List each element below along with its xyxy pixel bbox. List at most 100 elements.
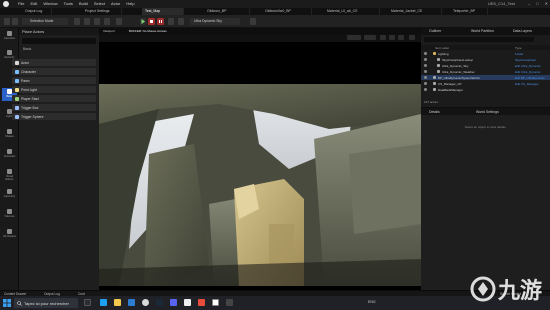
visibility-eye-icon[interactable] — [424, 82, 427, 85]
tab-teleporter-bp[interactable]: Teleporter_BP — [450, 8, 488, 15]
save-icon[interactable] — [4, 18, 10, 25]
outliner-row[interactable]: Lighting Folder — [421, 51, 550, 56]
tab-details[interactable]: Details — [429, 110, 440, 114]
tab-outliner[interactable]: Outliner — [429, 29, 441, 33]
place-actor-item[interactable]: Pawn — [12, 77, 96, 84]
visibility-eye-icon[interactable] — [424, 76, 427, 79]
menu-tools[interactable]: Tools — [64, 1, 73, 6]
rail-item-cinematic[interactable]: Cinematic — [2, 148, 17, 161]
blueprint-icon[interactable] — [84, 18, 90, 25]
tab-data-layers[interactable]: Data Layers — [513, 29, 532, 33]
tab-output-log[interactable]: Output Log — [22, 8, 52, 15]
place-actors-search-input[interactable] — [22, 38, 96, 44]
add-actor-icon[interactable] — [74, 18, 80, 25]
level-viewport[interactable] — [99, 42, 421, 290]
rail-item-volumes[interactable]: Volumes — [2, 208, 17, 221]
visibility-eye-icon[interactable] — [424, 70, 427, 73]
viewport-tab-label[interactable]: Viewport — [103, 29, 115, 33]
settings-icon[interactable] — [250, 18, 256, 25]
menu-file[interactable]: File — [18, 1, 24, 6]
cinematics-icon[interactable] — [94, 18, 100, 25]
place-actor-item[interactable]: Trigger Box — [12, 104, 96, 111]
store-icon[interactable] — [128, 299, 135, 306]
visibility-eye-icon[interactable] — [424, 88, 427, 91]
rail-item-all-classes[interactable]: All Classes — [2, 228, 17, 241]
rail-label: Volumes — [4, 215, 15, 218]
taskbar-search-input[interactable]: Tapez ici pour rechercher — [14, 298, 78, 308]
menu-edit[interactable]: Edit — [30, 1, 37, 6]
steam-icon[interactable] — [156, 299, 163, 306]
file-explorer-icon[interactable] — [114, 299, 121, 306]
browse-icon[interactable] — [12, 18, 18, 25]
eject-icon[interactable] — [168, 18, 174, 25]
tab-test-map[interactable]: Test_Map — [142, 8, 184, 15]
windows-start-icon[interactable] — [3, 299, 11, 307]
platforms-icon[interactable] — [116, 18, 122, 25]
app-icon[interactable] — [226, 299, 233, 306]
grid-snap-icon[interactable] — [380, 35, 386, 40]
close-icon[interactable]: ✕ — [545, 1, 548, 6]
tab-world-settings[interactable]: World Settings — [476, 110, 499, 114]
outliner-row[interactable]: Ultra_Dynamic_Sky Edit Ultra_Dynamic — [421, 63, 550, 68]
scale-snap-icon[interactable] — [398, 35, 404, 40]
outliner-row[interactable]: BP_UltraDynamicSystemWorld Edit BP_UltraD… — [421, 75, 550, 80]
edge-icon[interactable] — [100, 299, 107, 306]
rail-item-visual-effects[interactable]: Visual Effects — [2, 168, 17, 181]
lit-mode-button[interactable] — [347, 35, 361, 40]
tab-material-jacket[interactable]: Material_Jacket_CE — [388, 8, 442, 15]
play-button[interactable] — [140, 18, 146, 25]
outliner-row[interactable]: SkyAtmosphereLookup SkyAtmosphere — [421, 57, 550, 62]
outliner-row[interactable]: DataBankManager — [421, 87, 550, 92]
rotate-snap-icon[interactable] — [389, 35, 395, 40]
place-actor-item[interactable]: Actor — [12, 59, 96, 66]
column-type[interactable]: Type — [515, 46, 522, 50]
pause-button[interactable] — [157, 18, 164, 25]
rail-item-geometry[interactable]: Geometry — [2, 188, 17, 201]
epic-games-icon[interactable] — [184, 299, 191, 306]
minimize-icon[interactable]: – — [528, 1, 530, 6]
place-actor-item[interactable]: Trigger Sphere — [12, 113, 96, 120]
stop-button[interactable] — [148, 18, 155, 25]
menu-actor[interactable]: Actor — [111, 1, 120, 6]
tab-label: Material_Jacket_CE — [391, 9, 423, 13]
menu-bar: File Edit Window Tools Build Select Acto… — [0, 0, 550, 8]
unreal-logo-icon[interactable] — [3, 1, 9, 7]
outliner-row[interactable]: Ultra_Dynamic_Weather Edit Ultra_Dynamic — [421, 69, 550, 74]
menu-select[interactable]: Select — [94, 1, 105, 6]
menu-window[interactable]: Window — [43, 1, 57, 6]
selection-mode-dropdown[interactable]: Selection Mode — [22, 18, 68, 25]
clock-icon — [7, 50, 12, 55]
system-tray-language[interactable]: ENG — [368, 300, 376, 304]
platform-dropdown[interactable]: Ultra Dynamic Sky — [190, 18, 240, 25]
tab-oldtown-bp[interactable]: Oldtown_BP — [204, 8, 250, 15]
rail-item-shapes[interactable]: Shapes — [2, 128, 17, 141]
show-button[interactable] — [364, 35, 376, 40]
camera-speed-icon[interactable] — [409, 35, 415, 40]
discord-icon[interactable] — [170, 299, 177, 306]
tab-world-partition[interactable]: World Partition — [471, 29, 494, 33]
app-icon[interactable] — [198, 299, 205, 306]
visibility-eye-icon[interactable] — [424, 58, 427, 61]
chrome-icon[interactable] — [142, 299, 149, 306]
place-actor-item[interactable]: Point Light — [12, 86, 96, 93]
tab-oldtown0w0-bp[interactable]: Oldtown0w0_BP — [262, 8, 312, 15]
visibility-eye-icon[interactable] — [424, 52, 427, 55]
outliner-row[interactable]: CS_Manager_CP Edit CS_Manager — [421, 81, 550, 86]
unreal-editor-icon[interactable] — [212, 299, 219, 306]
menu-help[interactable]: Help — [126, 1, 134, 6]
outliner-search-input[interactable] — [424, 37, 534, 42]
task-view-icon[interactable] — [84, 299, 91, 306]
tab-project-settings[interactable]: Project Settings — [82, 8, 122, 15]
place-actor-item[interactable]: Character — [12, 68, 96, 75]
rail-item-favorites[interactable]: Favorites — [2, 30, 17, 43]
maximize-icon[interactable]: □ — [536, 1, 538, 6]
menu-build[interactable]: Build — [79, 1, 88, 6]
step-icon[interactable] — [178, 18, 184, 25]
build-icon[interactable] — [104, 18, 110, 25]
visibility-eye-icon[interactable] — [424, 64, 427, 67]
outliner-row-name: Ultra_Dynamic_Sky — [442, 63, 469, 68]
place-actor-item[interactable]: Player Start — [12, 95, 96, 102]
jiuyou-watermark-logo: 九游 — [470, 276, 542, 304]
tab-material-ui[interactable]: Material_UI_ab_CE — [324, 8, 380, 15]
column-item-label[interactable]: Item Label — [435, 46, 449, 50]
